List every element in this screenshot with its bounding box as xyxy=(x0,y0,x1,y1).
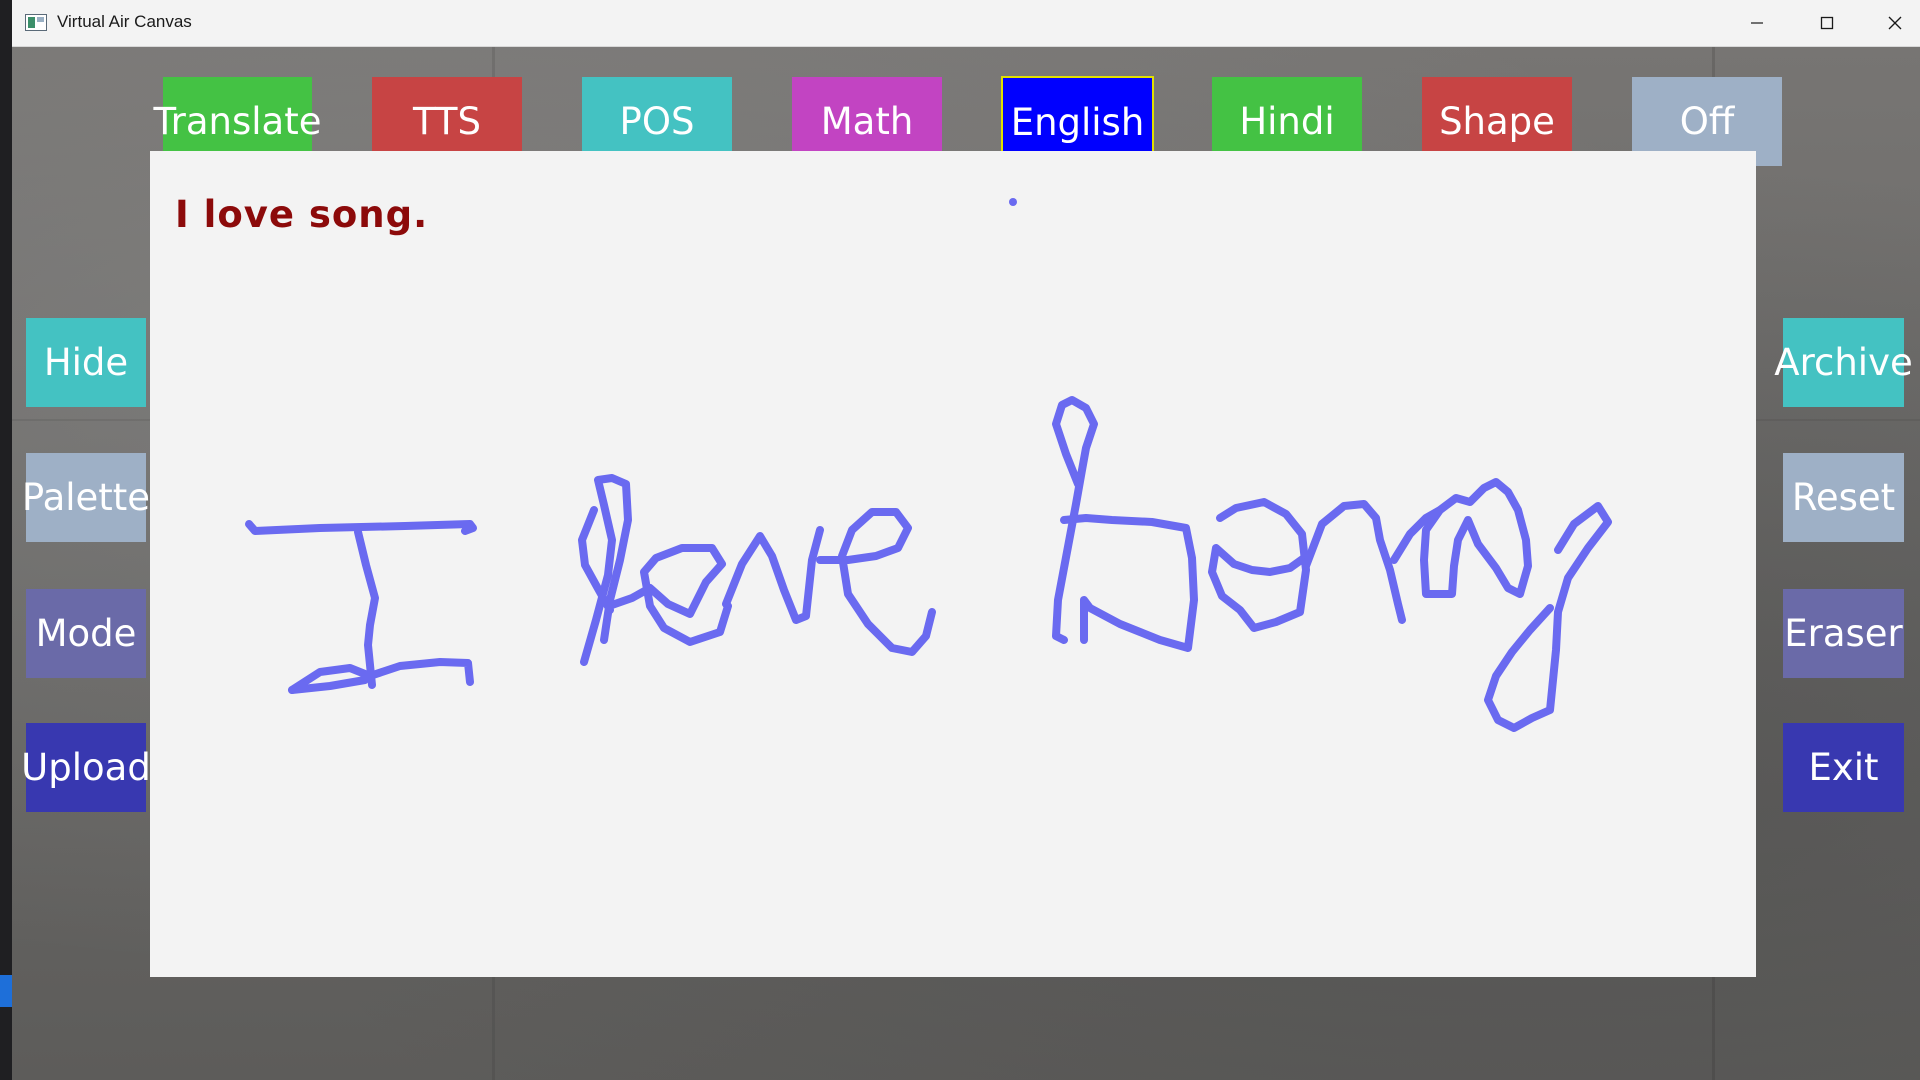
recognized-text: I love song. xyxy=(175,193,429,236)
desktop-edge xyxy=(0,0,12,1080)
archive-button[interactable]: Archive xyxy=(1774,318,1913,407)
maximize-icon xyxy=(1820,16,1834,30)
eraser-button[interactable]: Eraser xyxy=(1783,589,1904,678)
close-icon xyxy=(1888,16,1902,30)
close-button[interactable] xyxy=(1862,0,1920,46)
mode-button[interactable]: Mode xyxy=(26,589,146,678)
taskbar-fragment xyxy=(0,975,12,1007)
palette-button[interactable]: Palette xyxy=(22,453,150,542)
hide-button[interactable]: Hide xyxy=(26,318,146,407)
drawing-canvas[interactable] xyxy=(150,151,1756,977)
app-icon xyxy=(25,14,47,31)
maximize-button[interactable] xyxy=(1794,0,1860,46)
reset-button[interactable]: Reset xyxy=(1783,453,1904,542)
title-bar[interactable]: Virtual Air Canvas xyxy=(12,0,1920,47)
upload-button[interactable]: Upload xyxy=(21,723,151,812)
minimize-icon xyxy=(1751,22,1763,24)
exit-button[interactable]: Exit xyxy=(1783,723,1904,812)
window-title: Virtual Air Canvas xyxy=(57,12,192,31)
minimize-button[interactable] xyxy=(1724,0,1790,46)
